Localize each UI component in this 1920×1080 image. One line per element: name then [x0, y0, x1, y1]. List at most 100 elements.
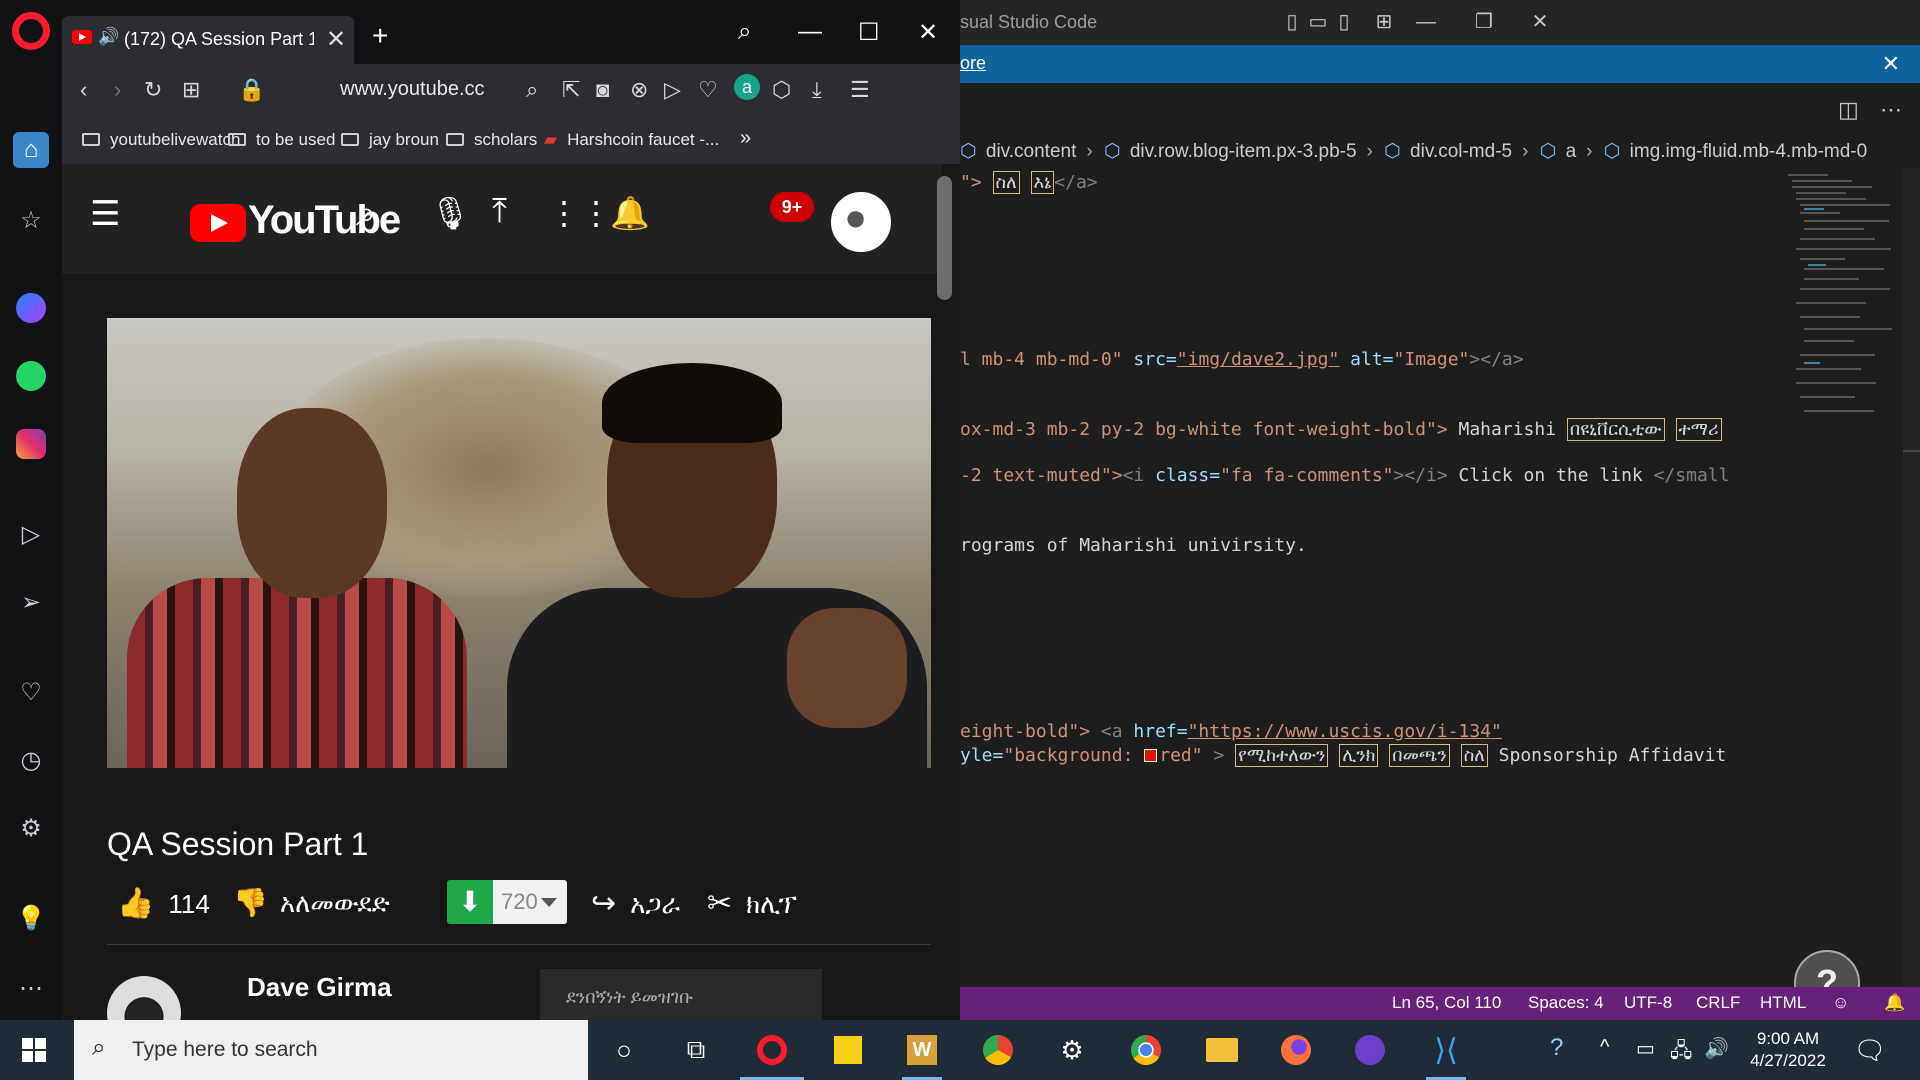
- share-button[interactable]: ↪ አጋራ: [591, 886, 680, 921]
- toggle-panel-icon[interactable]: ▭: [1306, 10, 1330, 34]
- task-view-icon[interactable]: ⧉: [676, 1030, 716, 1070]
- like-button[interactable]: 👍 114: [117, 886, 210, 921]
- player-icon[interactable]: ▷: [13, 516, 49, 552]
- back-icon[interactable]: ‹: [80, 77, 87, 103]
- cortana-circle-icon[interactable]: ○: [604, 1030, 644, 1070]
- history-clock-icon[interactable]: ◷: [13, 742, 49, 778]
- editor-scrollbar[interactable]: [1903, 168, 1920, 988]
- forward-icon[interactable]: ›: [114, 77, 121, 103]
- show-hidden-icons-chevron-icon[interactable]: ^: [1600, 1036, 1609, 1059]
- opera-logo-icon[interactable]: [12, 12, 50, 50]
- dislike-button[interactable]: 👎 አለመውደድ: [233, 886, 390, 920]
- bookmark-folder[interactable]: jay broun: [341, 130, 439, 150]
- language-mode[interactable]: HTML: [1760, 993, 1806, 1013]
- word-icon[interactable]: W: [902, 1030, 942, 1080]
- breadcrumb-item[interactable]: div.col-md-5: [1410, 141, 1512, 162]
- new-tab-plus-icon[interactable]: +: [372, 20, 388, 52]
- line-ending[interactable]: CRLF: [1696, 993, 1740, 1013]
- search-icon[interactable]: ⌕: [356, 192, 376, 235]
- home-icon[interactable]: ⌂: [13, 132, 49, 168]
- account-avatar[interactable]: [831, 192, 891, 252]
- start-windows-icon[interactable]: [22, 1038, 46, 1062]
- whatsapp-icon[interactable]: [13, 358, 49, 394]
- firefox-icon[interactable]: [1276, 1030, 1316, 1070]
- minimize-icon[interactable]: —: [798, 18, 822, 46]
- page-scrollbar-thumb[interactable]: [937, 176, 952, 300]
- feedback-icon[interactable]: ☺: [1832, 993, 1849, 1013]
- tab-close-icon[interactable]: ✕: [326, 25, 346, 54]
- restore-icon[interactable]: ❐: [1472, 10, 1496, 34]
- channel-name[interactable]: Dave Girma: [247, 972, 392, 1003]
- taskbar-search-input[interactable]: ⌕ Type here to search: [74, 1020, 588, 1080]
- bookmark-folder[interactable]: scholars: [446, 130, 537, 150]
- adblock-icon[interactable]: ⊗: [630, 77, 648, 103]
- breadcrumb-item[interactable]: div.content: [986, 141, 1076, 162]
- notice-link[interactable]: ore: [960, 53, 986, 74]
- share-icon[interactable]: ⇱: [562, 77, 580, 103]
- tab-youtube[interactable]: 🔊 (172) QA Session Part 1 ✕: [62, 16, 354, 64]
- send-to-flow-icon[interactable]: ▷: [664, 77, 681, 103]
- battery-icon[interactable]: ▭: [1636, 1036, 1655, 1061]
- speed-dial-grid-icon[interactable]: ⊞: [182, 77, 200, 103]
- settings-gear-icon[interactable]: ⚙: [1052, 1030, 1092, 1070]
- extensions-cube-icon[interactable]: ⬡: [772, 77, 791, 103]
- toggle-secondary-sidebar-icon[interactable]: ▯: [1332, 10, 1356, 34]
- breadcrumb-item[interactable]: img.img-fluid.mb-4.mb-md-0: [1630, 141, 1868, 162]
- customize-layout-icon[interactable]: ⊞: [1372, 10, 1396, 34]
- clip-button[interactable]: ✂ ክሊፕ: [707, 886, 797, 921]
- file-explorer-folder-icon[interactable]: [1202, 1030, 1242, 1070]
- download-button[interactable]: ⬇: [447, 880, 493, 924]
- github-desktop-icon[interactable]: [1350, 1030, 1390, 1070]
- taskbar-clock[interactable]: 9:00 AM 4/27/2022: [1746, 1028, 1830, 1072]
- color-swatch[interactable]: [1144, 749, 1158, 762]
- easy-setup-icon[interactable]: ☰: [850, 77, 870, 103]
- close-icon[interactable]: ✕: [1528, 10, 1552, 34]
- volume-icon[interactable]: 🔊: [1704, 1036, 1729, 1061]
- more-bookmarks-icon[interactable]: »: [740, 127, 751, 150]
- channel-avatar[interactable]: [107, 976, 181, 1020]
- bell-icon[interactable]: 🔔: [1884, 993, 1905, 1013]
- microphone-icon[interactable]: 🎙: [430, 194, 471, 232]
- download-icon[interactable]: ⤓: [812, 77, 822, 103]
- minimap[interactable]: [1782, 168, 1902, 498]
- notifications-icon[interactable]: 🗨: [1850, 1030, 1890, 1070]
- bookmark-link[interactable]: ▰ Harshcoin faucet -...: [544, 130, 719, 150]
- messenger-icon[interactable]: [13, 290, 49, 326]
- speaker-icon[interactable]: 🔊: [98, 27, 119, 47]
- indentation[interactable]: Spaces: 4: [1528, 993, 1604, 1013]
- youtube-logo-icon[interactable]: [190, 204, 246, 242]
- chrome-icon[interactable]: [1126, 1030, 1166, 1070]
- settings-gear-icon[interactable]: ⚙: [13, 810, 49, 846]
- bookmark-folder[interactable]: youtubelivewatch: [82, 130, 240, 150]
- maximize-icon[interactable]: ☐: [858, 18, 880, 47]
- zoom-icon[interactable]: ⌕: [526, 77, 538, 103]
- chrome-profile-icon[interactable]: [978, 1030, 1018, 1070]
- pinboard-heart-icon[interactable]: ♡: [13, 674, 49, 710]
- network-icon[interactable]: 🖧: [1670, 1036, 1692, 1070]
- download-quality-select[interactable]: 720: [493, 880, 567, 924]
- toggle-primary-sidebar-icon[interactable]: ▯: [1280, 10, 1304, 34]
- more-icon[interactable]: ⋯: [13, 970, 49, 1006]
- send-icon[interactable]: ➢: [13, 584, 49, 620]
- breadcrumb-item[interactable]: a: [1566, 141, 1577, 162]
- tab-search-icon[interactable]: ⌕: [738, 18, 751, 46]
- address-bar[interactable]: www.youtube.cc: [340, 78, 485, 101]
- extension-a-icon[interactable]: a: [734, 74, 760, 100]
- scrollbar-thumb[interactable]: [1903, 450, 1920, 452]
- add-to-pinboard-heart-icon[interactable]: ♡: [698, 77, 718, 103]
- youtube-logo-text[interactable]: YouTube: [248, 198, 401, 243]
- video-player[interactable]: [107, 318, 931, 768]
- code-editor[interactable]: "> ስለ እኔ </a> l mb-4 mb-md-0" src="img/da…: [960, 168, 1780, 988]
- notice-close-icon[interactable]: ✕: [1882, 51, 1900, 77]
- bookmarks-star-icon[interactable]: ☆: [13, 202, 49, 238]
- encoding[interactable]: UTF-8: [1624, 993, 1672, 1013]
- instagram-icon[interactable]: [13, 426, 49, 462]
- breadcrumb-item[interactable]: div.row.blog-item.px-3.pb-5: [1130, 141, 1357, 162]
- help-question-icon[interactable]: ?: [1550, 1034, 1563, 1062]
- close-window-icon[interactable]: ✕: [918, 18, 938, 47]
- cursor-position[interactable]: Ln 65, Col 110: [1392, 993, 1501, 1013]
- subscribe-button[interactable]: ደንበኝነት ይመዝገቡ: [540, 969, 822, 1020]
- vscode-taskbar-icon[interactable]: ⟩⟨: [1426, 1030, 1466, 1080]
- minimize-icon[interactable]: —: [1414, 10, 1438, 34]
- snapshot-camera-icon[interactable]: ◙: [596, 77, 609, 103]
